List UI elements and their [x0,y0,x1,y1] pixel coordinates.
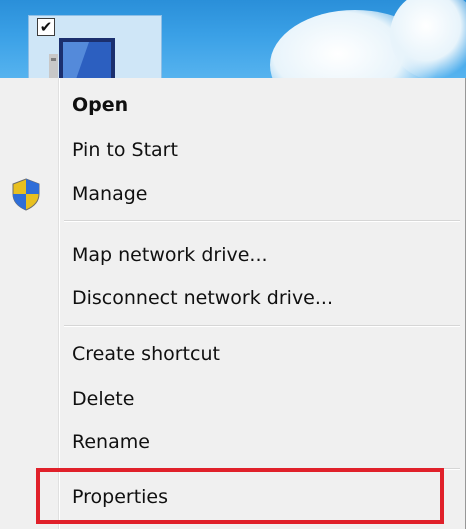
menu-item-label: Delete [72,388,135,410]
menu-separator [64,325,460,327]
uac-shield-icon [12,178,40,211]
menu-item-label: Properties [72,486,169,508]
menu-separator [64,468,460,470]
menu-item-properties[interactable]: Properties [0,476,464,518]
menu-item-disconnect-network-drive[interactable]: Disconnect network drive... [0,277,464,319]
menu-item-label: Manage [72,183,148,205]
computer-icon [49,38,115,82]
menu-item-label: Open [72,94,129,116]
menu-item-create-shortcut[interactable]: Create shortcut [0,333,464,375]
context-menu: Open Pin to Start Manage Map network dri… [0,78,466,529]
menu-item-label: Map network drive... [72,244,268,266]
menu-item-open[interactable]: Open [0,84,464,126]
menu-item-map-network-drive[interactable]: Map network drive... [0,234,464,276]
menu-item-label: Create shortcut [72,343,220,365]
menu-item-label: Pin to Start [72,139,178,161]
menu-item-delete[interactable]: Delete [0,378,464,420]
menu-separator [64,220,460,222]
menu-item-label: Rename [72,431,150,453]
menu-item-label: Disconnect network drive... [72,287,333,309]
desktop-icon-this-pc[interactable]: ✔ [28,15,162,82]
menu-item-manage[interactable]: Manage [0,173,464,215]
menu-item-pin-to-start[interactable]: Pin to Start [0,129,464,171]
menu-item-rename[interactable]: Rename [0,421,464,463]
